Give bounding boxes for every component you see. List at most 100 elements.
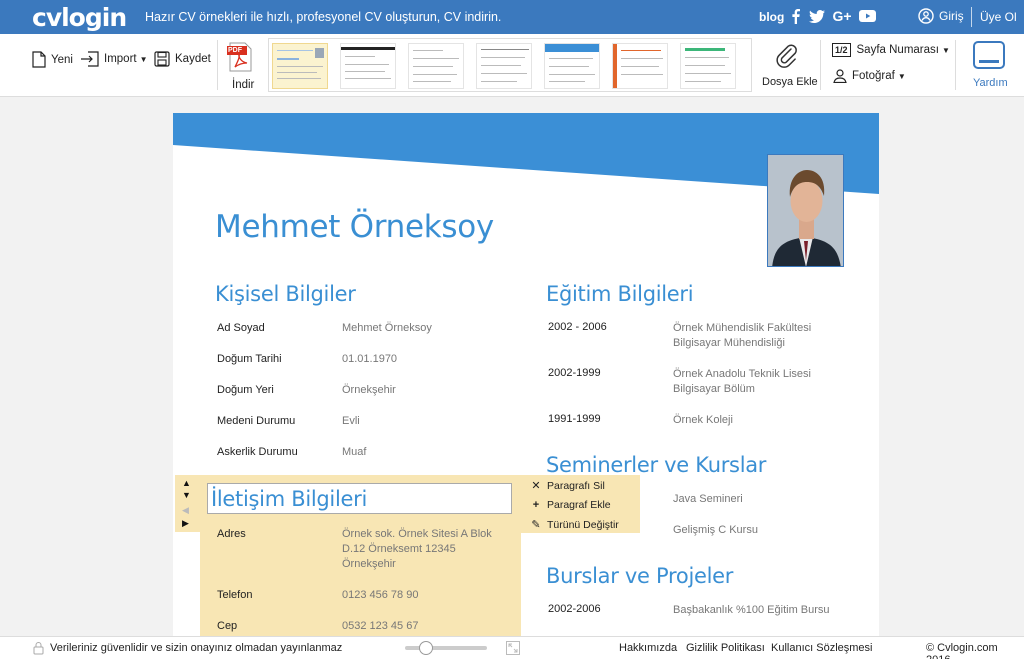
top-bar: cvlogin Hazır CV örnekleri ile hızlı, pr… <box>0 0 1024 34</box>
contact-row-value[interactable]: 0532 123 45 67 <box>342 619 418 634</box>
education-year[interactable]: 2002-1999 <box>548 367 601 379</box>
education-year[interactable]: 1991-1999 <box>548 413 601 425</box>
add-paragraph-item[interactable]: + Paragraf Ekle <box>529 499 611 511</box>
template-thumbnail[interactable] <box>272 43 328 89</box>
help-screen-icon <box>973 41 1005 69</box>
contact-row-label[interactable]: Adres <box>217 527 246 542</box>
download-pdf-button[interactable]: PDF İndir <box>224 42 260 92</box>
terms-link[interactable]: Kullanıcı Sözleşmesi <box>771 642 873 654</box>
youtube-icon[interactable] <box>857 8 877 24</box>
move-right-icon[interactable]: ▶ <box>182 518 189 529</box>
personal-row-value[interactable]: Muaf <box>342 445 366 460</box>
personal-row-label[interactable]: Doğum Yeri <box>217 383 274 398</box>
personal-row-value[interactable]: 01.01.1970 <box>342 352 397 367</box>
fullscreen-icon[interactable] <box>506 641 520 655</box>
login-button[interactable]: Giriş <box>918 8 964 24</box>
page-number-button[interactable]: 1/2 Sayfa Numarası ▼ <box>832 43 950 57</box>
education-line[interactable]: Örnek Koleji <box>673 413 733 428</box>
change-type-item[interactable]: ✎ Türünü Değiştir <box>529 518 618 532</box>
education-line[interactable]: Bilgisayar Bölüm <box>673 382 755 397</box>
move-up-icon[interactable]: ▲ <box>182 478 191 488</box>
close-icon: ✕ <box>531 480 541 492</box>
personal-row-label[interactable]: Askerlik Durumu <box>217 445 298 460</box>
section-title-input[interactable]: İletişim Bilgileri <box>207 483 512 514</box>
google-plus-icon[interactable]: G+ <box>832 8 851 24</box>
security-note: Verileriniz güvenlidir ve sizin onayınız… <box>50 642 343 654</box>
chevron-down-icon: ▼ <box>139 54 148 64</box>
photo-button[interactable]: Fotoğraf ▼ <box>833 69 906 83</box>
contact-row-value[interactable]: Örnek sok. Örnek Sitesi A Blok <box>342 527 492 542</box>
divider <box>955 40 956 90</box>
download-label: İndir <box>232 79 255 91</box>
zoom-thumb[interactable] <box>419 641 433 655</box>
template-gallery <box>268 38 752 92</box>
seminar-item[interactable]: Gelişmiş C Kursu <box>673 523 758 538</box>
contact-row-label[interactable]: Cep <box>217 619 237 634</box>
cv-name[interactable]: Mehmet Örneksoy <box>215 209 494 245</box>
zoom-track <box>405 646 487 650</box>
personal-row-label[interactable]: Doğum Tarihi <box>217 352 282 367</box>
personal-info-title[interactable]: Kişisel Bilgiler <box>215 282 356 306</box>
pencil-icon: ✎ <box>531 519 541 531</box>
contact-title: İletişim Bilgileri <box>211 487 367 511</box>
paperclip-icon <box>776 44 797 68</box>
scholarship-item[interactable]: Başbakanlık %100 Eğitim Bursu <box>673 603 830 618</box>
template-thumbnail[interactable] <box>612 43 668 89</box>
privacy-link[interactable]: Gizlilik Politikası <box>686 642 765 654</box>
plus-icon: + <box>532 499 540 511</box>
divider <box>217 40 218 90</box>
personal-row-label[interactable]: Ad Soyad <box>217 321 265 336</box>
personal-row-value[interactable]: Evli <box>342 414 360 429</box>
blog-link[interactable]: blog <box>759 10 784 24</box>
education-title[interactable]: Eğitim Bilgileri <box>546 282 694 306</box>
save-button[interactable]: Kaydet <box>154 51 211 67</box>
template-thumbnail[interactable] <box>680 43 736 89</box>
about-link[interactable]: Hakkımızda <box>619 642 677 654</box>
divider <box>971 7 972 27</box>
attach-file-button[interactable]: Dosya Ekle <box>760 40 818 92</box>
contact-row-value[interactable]: 0123 456 78 90 <box>342 588 418 603</box>
education-line[interactable]: Örnek Mühendislik Fakültesi <box>673 321 811 336</box>
divider <box>820 40 821 90</box>
help-label: Yardım <box>973 77 1008 89</box>
toolbar: Yeni Import ▼ Kaydet PDF İndir Dosya Ekl… <box>0 34 1024 97</box>
zoom-slider[interactable] <box>405 641 487 655</box>
save-icon <box>154 51 170 67</box>
seminar-item[interactable]: Java Semineri <box>673 492 743 507</box>
contact-row-value[interactable]: Örnekşehir <box>342 557 396 572</box>
personal-row-value[interactable]: Mehmet Örneksoy <box>342 321 432 336</box>
template-thumbnail[interactable] <box>340 43 396 89</box>
new-button[interactable]: Yeni <box>32 51 73 68</box>
photo-label: Fotoğraf <box>852 70 895 82</box>
seminars-title[interactable]: Seminerler ve Kurslar <box>546 453 766 477</box>
chevron-down-icon: ▼ <box>897 71 906 81</box>
twitter-icon[interactable] <box>808 8 826 24</box>
template-thumbnail[interactable] <box>408 43 464 89</box>
contact-row-label[interactable]: Telefon <box>217 588 252 603</box>
lock-icon <box>33 642 44 655</box>
personal-row-label[interactable]: Medeni Durumu <box>217 414 295 429</box>
contact-row-value[interactable]: D.12 Örneksemt 12345 <box>342 542 456 557</box>
move-down-icon[interactable]: ▼ <box>182 490 191 500</box>
delete-paragraph-label: Paragrafı Sil <box>547 479 605 492</box>
scholarships-title[interactable]: Burslar ve Projeler <box>546 564 733 588</box>
personal-row-value[interactable]: Örnekşehir <box>342 383 396 398</box>
delete-paragraph-item[interactable]: ✕ Paragrafı Sil <box>529 479 605 493</box>
profile-photo[interactable] <box>767 154 844 267</box>
signup-button[interactable]: Üye Ol <box>980 10 1017 24</box>
education-line[interactable]: Bilgisayar Mühendisliği <box>673 336 785 351</box>
education-line[interactable]: Örnek Anadolu Teknik Lisesi <box>673 367 811 382</box>
logo[interactable]: cvlogin <box>32 3 127 32</box>
scholarship-year[interactable]: 2002-2006 <box>548 603 601 615</box>
move-left-icon[interactable]: ◀ <box>182 505 189 516</box>
template-thumbnail[interactable] <box>476 43 532 89</box>
page-number-icon: 1/2 <box>832 43 851 57</box>
help-button[interactable]: Yardım <box>966 40 1012 92</box>
facebook-icon[interactable] <box>790 8 802 24</box>
education-year[interactable]: 2002 - 2006 <box>548 321 607 333</box>
new-document-icon <box>32 51 46 68</box>
template-thumbnail[interactable] <box>544 43 600 89</box>
import-icon <box>81 51 99 67</box>
import-button[interactable]: Import ▼ <box>81 51 148 67</box>
user-icon <box>918 8 934 24</box>
